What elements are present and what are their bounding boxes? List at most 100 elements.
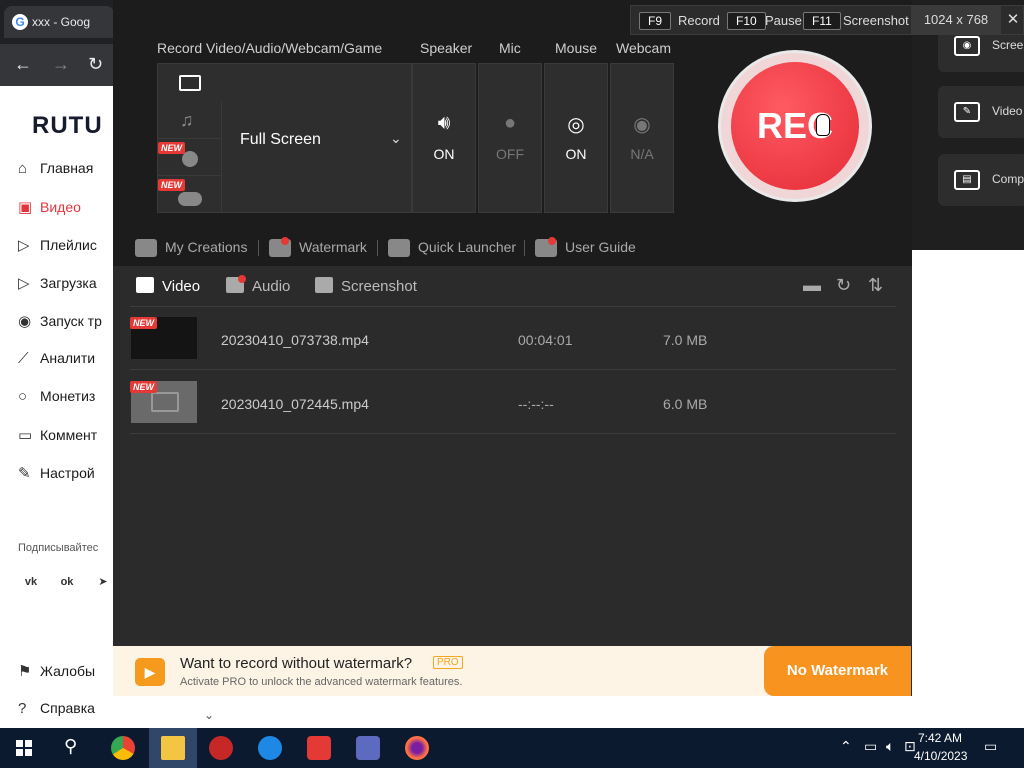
sidebar-item-complaints[interactable]: ⚑ Жалобы	[18, 662, 113, 686]
speaker-toggle[interactable]: 🔊︎ ON	[412, 63, 476, 213]
watermark-promo-banner: ▶ Want to record without watermark? PRO …	[113, 646, 911, 696]
webcam-mode-icon	[182, 151, 198, 167]
pause-hotkey: F10	[727, 12, 766, 30]
subscribe-label: Подписывайтес	[18, 542, 99, 554]
no-watermark-button[interactable]: No Watermark	[764, 646, 911, 696]
google-icon: G	[12, 14, 28, 30]
windows-start-icon[interactable]	[16, 740, 32, 756]
file-duration: 00:04:01	[518, 332, 573, 348]
file-row[interactable]: NEW 20230410_072445.mp4 --:--:-- 6.0 MB	[130, 371, 896, 434]
settings-icon: ✎	[18, 465, 31, 482]
volume-icon[interactable]: 🔈︎	[886, 738, 894, 755]
divider	[258, 240, 259, 256]
film-icon	[151, 392, 179, 412]
sidebar-item-help[interactable]: ? Справка	[18, 700, 113, 724]
image-icon	[315, 277, 333, 293]
webcam-toggle[interactable]: ◉ N/A	[610, 63, 674, 213]
launcher-icon	[388, 239, 410, 258]
app-icon[interactable]	[209, 736, 233, 760]
notifications-icon[interactable]: ▭	[984, 738, 997, 755]
home-icon: ⌂	[18, 160, 28, 177]
hotkey-bar: F9 Record F10 Pause F11 Screenshot 1024 …	[630, 5, 1024, 35]
file-name: 20230410_073738.mp4	[221, 332, 369, 348]
refresh-icon[interactable]: ↻	[836, 275, 851, 296]
folder-icon[interactable]: ▬	[803, 275, 821, 296]
sidebar-item-uploads[interactable]: ▷ Загрузка	[18, 274, 113, 298]
sidebar-item-playlists[interactable]: ▷ Плейлис	[18, 236, 113, 260]
mode-header: Record Video/Audio/Webcam/Game	[157, 40, 383, 56]
mode-game-button[interactable]: NEW	[158, 176, 222, 213]
mode-webcam-button[interactable]: NEW	[158, 139, 222, 176]
compress-tool-button[interactable]: ▤ Comp	[938, 154, 1024, 206]
network-icon[interactable]: ▭	[864, 738, 877, 755]
chrome-icon[interactable]	[111, 736, 135, 760]
gamepad-icon	[178, 192, 202, 206]
chevron-up-icon[interactable]: ⌃	[840, 738, 852, 755]
mic-status: OFF	[496, 146, 524, 162]
chevron-down-icon[interactable]: ⌄	[390, 130, 402, 147]
monitor-icon	[179, 75, 201, 91]
notification-dot	[548, 237, 556, 245]
comment-icon: ▭	[18, 427, 33, 444]
rec-button[interactable]: REC	[731, 62, 859, 190]
ok-icon[interactable]: ok	[54, 570, 80, 594]
my-creations-link[interactable]: My Creations	[135, 239, 247, 258]
pause-hotkey-label: Pause	[765, 13, 802, 28]
sidebar-item-settings[interactable]: ✎ Настрой	[18, 464, 113, 488]
sidebar-item-broadcast[interactable]: ◉ Запуск тр	[18, 312, 113, 336]
pdf-app-icon[interactable]	[356, 736, 380, 760]
reload-icon[interactable]: ↻	[88, 54, 103, 75]
sidebar-item-home[interactable]: ⌂ Главная	[18, 160, 113, 184]
mouse-toggle[interactable]: ◎ ON	[544, 63, 608, 213]
tab-audio[interactable]: Audio	[226, 277, 290, 295]
browser-tab[interactable]: G xxx - Goog	[4, 6, 114, 38]
sort-icon[interactable]: ⇅	[868, 275, 883, 296]
clock-time[interactable]: 7:42 AM	[918, 731, 962, 745]
forward-arrow-icon[interactable]: →	[52, 54, 70, 75]
speaker-header: Speaker	[420, 40, 473, 56]
mode-dropdown-value[interactable]: Full Screen	[240, 131, 321, 149]
mode-screen-button[interactable]	[158, 64, 222, 102]
file-explorer-icon[interactable]	[161, 736, 185, 760]
vk-icon[interactable]: vk	[18, 570, 44, 594]
mic-icon: ●	[503, 112, 517, 134]
new-badge: NEW	[130, 317, 157, 329]
back-arrow-icon[interactable]: ←	[14, 54, 32, 75]
mouse-status: ON	[565, 146, 587, 162]
compress-icon: ▤	[954, 170, 980, 190]
ccleaner-icon[interactable]	[258, 736, 282, 760]
film-icon	[136, 277, 154, 293]
screenshot-hotkey-label: Screenshot	[843, 13, 909, 28]
creations-icon	[135, 239, 157, 258]
sidebar-item-monetization[interactable]: ○ Монетиз	[18, 388, 113, 412]
video-icon: ▣	[18, 199, 33, 216]
video-tool-button[interactable]: ✎ Video	[938, 86, 1024, 138]
firefox-icon[interactable]	[405, 736, 429, 760]
record-mode-selector[interactable]: ♫ NEW NEW Full Screen ⌄	[157, 63, 412, 213]
new-badge: NEW	[158, 142, 185, 154]
mic-toggle[interactable]: ● OFF	[478, 63, 542, 213]
record-hotkey-label: Record	[678, 13, 720, 28]
sidebar-item-analytics[interactable]: ⟋ Аналити	[18, 350, 113, 374]
clock-date[interactable]: 4/10/2023	[914, 749, 967, 763]
close-icon[interactable]: ✕	[1001, 6, 1024, 34]
mode-audio-button[interactable]: ♫	[158, 102, 222, 139]
tab-video[interactable]: Video	[136, 277, 200, 295]
pro-badge: PRO	[433, 656, 463, 669]
notification-dot	[281, 237, 289, 245]
help-icon: ?	[18, 700, 27, 717]
sidebar-item-comments[interactable]: ▭ Коммент	[18, 426, 113, 450]
sidebar-item-video[interactable]: ▣ Видео	[18, 198, 113, 222]
search-icon[interactable]: ⚲	[64, 736, 77, 757]
chevron-down-icon[interactable]: ⌄	[204, 708, 214, 722]
recorder-icon[interactable]	[307, 736, 331, 760]
mouse-header: Mouse	[555, 40, 598, 56]
analytics-icon: ⟋	[18, 350, 29, 367]
quick-launcher-link[interactable]: Quick Launcher	[388, 239, 516, 258]
tab-screenshot[interactable]: Screenshot	[315, 277, 417, 295]
file-name: 20230410_072445.mp4	[221, 396, 369, 412]
new-badge: NEW	[130, 381, 157, 393]
file-size: 6.0 MB	[663, 396, 708, 412]
edit-icon: ✎	[954, 102, 980, 122]
file-row[interactable]: NEW 20230410_073738.mp4 00:04:01 7.0 MB	[130, 307, 896, 370]
